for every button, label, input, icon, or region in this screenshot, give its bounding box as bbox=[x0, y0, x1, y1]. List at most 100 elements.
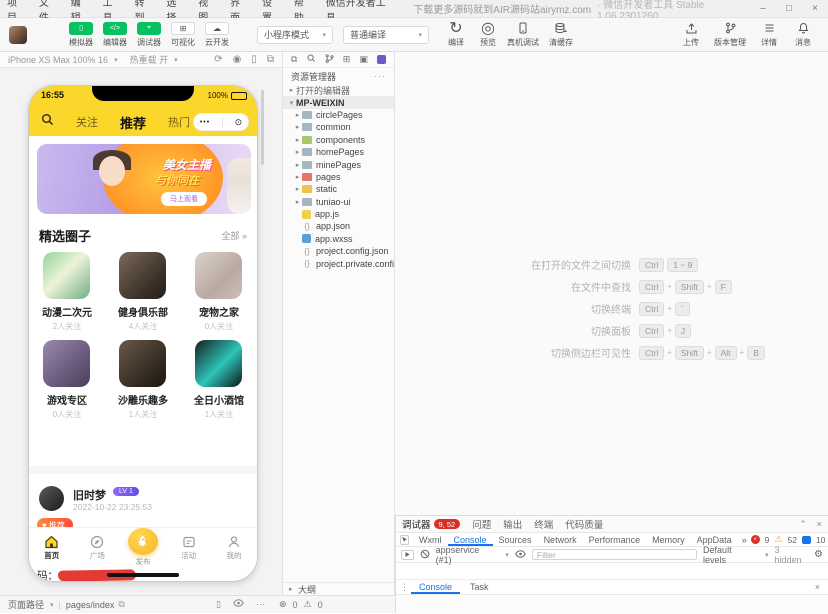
files-icon[interactable]: ⧉ bbox=[291, 54, 297, 65]
kebab-menu-icon[interactable]: ⋮ bbox=[400, 582, 409, 593]
editor-toggle-button[interactable]: </> 编辑器 bbox=[101, 22, 129, 48]
tab-debugger[interactable]: 调试器 9, 52 bbox=[402, 517, 460, 531]
circle-card[interactable]: 沙雕乐趣多 1人关注 bbox=[105, 332, 181, 420]
close-panel-icon[interactable]: × bbox=[817, 519, 822, 530]
device-icon[interactable]: ▯ bbox=[216, 599, 221, 610]
rotate-icon[interactable]: ⟳ bbox=[214, 54, 222, 65]
section-more-link[interactable]: 全部 » bbox=[221, 229, 247, 242]
tabbar-activity[interactable]: 活动 bbox=[166, 528, 212, 567]
warnings-icon[interactable]: ⚠ bbox=[304, 599, 312, 610]
tabbar-square[interactable]: 广场 bbox=[75, 528, 121, 567]
tree-file[interactable]: app.js bbox=[283, 208, 394, 220]
devtab-network[interactable]: Network bbox=[538, 533, 583, 546]
messages-button[interactable]: 消息 bbox=[788, 22, 818, 48]
circle-card[interactable]: 全日小酒馆 1人关注 bbox=[181, 332, 257, 420]
tab-recommend[interactable]: 推荐 bbox=[120, 113, 146, 132]
inspect-icon[interactable] bbox=[400, 535, 409, 545]
console-settings-gear-icon[interactable]: ⚙ bbox=[814, 549, 823, 560]
tree-section-open-editors[interactable]: ▸打开的编辑器 bbox=[283, 84, 394, 96]
window-icon[interactable]: ▣ bbox=[359, 54, 368, 65]
errors-count[interactable]: 0 bbox=[293, 600, 298, 610]
errors-icon[interactable]: ⊗ bbox=[279, 599, 287, 610]
copy-icon[interactable]: ⧉ bbox=[118, 599, 124, 610]
user-avatar[interactable] bbox=[9, 26, 27, 44]
hot-reload-toggle[interactable]: 热重载 开 bbox=[130, 53, 169, 66]
git-branch-icon[interactable] bbox=[325, 54, 334, 65]
upload-button[interactable]: 上传 bbox=[676, 22, 706, 48]
tree-section-root[interactable]: ▾MP-WEIXIN bbox=[283, 96, 394, 108]
tab-hot[interactable]: 热门 bbox=[168, 114, 190, 130]
close-drawer-icon[interactable]: × bbox=[815, 582, 824, 592]
tabbar-home[interactable]: 首页 bbox=[29, 528, 75, 567]
eye-icon[interactable] bbox=[515, 550, 526, 560]
compile-button[interactable]: ↻ 编译 bbox=[441, 22, 471, 48]
tree-folder[interactable]: ▸static bbox=[283, 183, 394, 195]
tree-file[interactable]: {}project.private.config.js... bbox=[283, 257, 394, 269]
error-count[interactable]: 9 bbox=[765, 535, 770, 545]
ellipsis-icon[interactable]: ··· bbox=[256, 599, 265, 610]
compile-mode-select[interactable]: 普通编译 ▾ bbox=[343, 26, 429, 44]
drawer-tab-console[interactable]: Console bbox=[411, 580, 460, 594]
outline-section[interactable]: ▸大纲 bbox=[283, 582, 394, 595]
minimize-button[interactable]: – bbox=[750, 0, 776, 18]
tree-file[interactable]: app.wxss bbox=[283, 233, 394, 245]
console-sidebar-toggle-icon[interactable] bbox=[401, 550, 414, 560]
debugger-toggle-button[interactable]: ⌖ 调试器 bbox=[135, 22, 163, 48]
search-icon[interactable] bbox=[307, 54, 316, 65]
message-count[interactable]: 10 bbox=[816, 535, 825, 545]
log-levels-select[interactable]: Default levels ▾ bbox=[703, 545, 768, 565]
more-tabs-icon[interactable]: » bbox=[738, 535, 751, 545]
eye-icon[interactable] bbox=[233, 599, 244, 610]
search-icon[interactable] bbox=[41, 113, 54, 131]
tree-folder[interactable]: ▸minePages bbox=[283, 158, 394, 170]
tab-problems[interactable]: 问题 bbox=[472, 517, 491, 531]
record-icon[interactable]: ◉ bbox=[233, 54, 242, 65]
banner-cta-button[interactable]: 马上观看 bbox=[161, 192, 207, 206]
device-frame-icon[interactable]: ▯ bbox=[251, 54, 257, 65]
tabbar-mine[interactable]: 我的 bbox=[211, 528, 257, 567]
tree-folder[interactable]: ▸circlePages bbox=[283, 109, 394, 121]
collapse-panel-icon[interactable]: ⌃ bbox=[799, 519, 807, 530]
devtab-memory[interactable]: Memory bbox=[646, 533, 691, 546]
page-path-selector[interactable]: 页面路径 bbox=[8, 598, 44, 611]
mode-select[interactable]: 小程序模式 ▾ bbox=[257, 26, 333, 44]
circle-card[interactable]: 动漫二次元 2人关注 bbox=[29, 244, 105, 332]
tab-code-quality[interactable]: 代码质量 bbox=[565, 517, 603, 531]
cloud-dev-button[interactable]: ☁ 云开发 bbox=[203, 22, 231, 48]
device-selector[interactable]: iPhone XS Max 100% 16 bbox=[8, 55, 108, 65]
publish-button[interactable] bbox=[128, 528, 158, 555]
preview-button[interactable]: ◎ 预览 bbox=[473, 22, 503, 48]
clear-cache-button[interactable]: 清缓存 bbox=[543, 22, 579, 48]
filter-input[interactable] bbox=[532, 549, 697, 560]
visualization-button[interactable]: ⊞ 可视化 bbox=[169, 22, 197, 48]
scrollbar[interactable] bbox=[261, 90, 264, 165]
circle-card[interactable]: 游戏专区 0人关注 bbox=[29, 332, 105, 420]
warning-count[interactable]: 52 bbox=[787, 535, 796, 545]
close-button[interactable]: × bbox=[802, 0, 828, 18]
console-output[interactable] bbox=[396, 563, 828, 580]
avatar[interactable] bbox=[39, 486, 64, 511]
ellipsis-icon[interactable]: ··· bbox=[374, 71, 386, 81]
devtab-performance[interactable]: Performance bbox=[583, 533, 647, 546]
maximize-button[interactable]: □ bbox=[776, 0, 802, 18]
tree-file[interactable]: {}app.json bbox=[283, 220, 394, 232]
version-control-button[interactable]: 版本管理 bbox=[710, 22, 750, 48]
tab-follow[interactable]: 关注 bbox=[76, 114, 98, 130]
tabbar-publish[interactable]: 发布 bbox=[120, 528, 166, 567]
tree-folder[interactable]: ▸pages bbox=[283, 171, 394, 183]
circle-card[interactable]: 宠物之家 0人关注 bbox=[181, 244, 257, 332]
details-button[interactable]: 详情 bbox=[754, 22, 784, 48]
tree-folder[interactable]: ▸components bbox=[283, 134, 394, 146]
grid-icon[interactable]: ⊞ bbox=[343, 54, 351, 65]
warnings-count[interactable]: 0 bbox=[318, 600, 323, 610]
promo-banner[interactable]: 美女主播 与你同在 马上观看 bbox=[37, 144, 251, 214]
tree-file[interactable]: {}project.config.json bbox=[283, 245, 394, 257]
context-select[interactable]: appservice (#1) ▾ bbox=[436, 545, 509, 565]
drawer-tab-task[interactable]: Task bbox=[462, 580, 497, 594]
more-dots-icon[interactable]: ••• bbox=[200, 119, 210, 126]
real-device-debug-button[interactable]: 真机调试 bbox=[505, 22, 541, 48]
circle-card[interactable]: 健身俱乐部 4人关注 bbox=[105, 244, 181, 332]
tree-folder[interactable]: ▸common bbox=[283, 121, 394, 133]
tab-output[interactable]: 输出 bbox=[503, 517, 522, 531]
tab-terminal[interactable]: 终端 bbox=[534, 517, 553, 531]
